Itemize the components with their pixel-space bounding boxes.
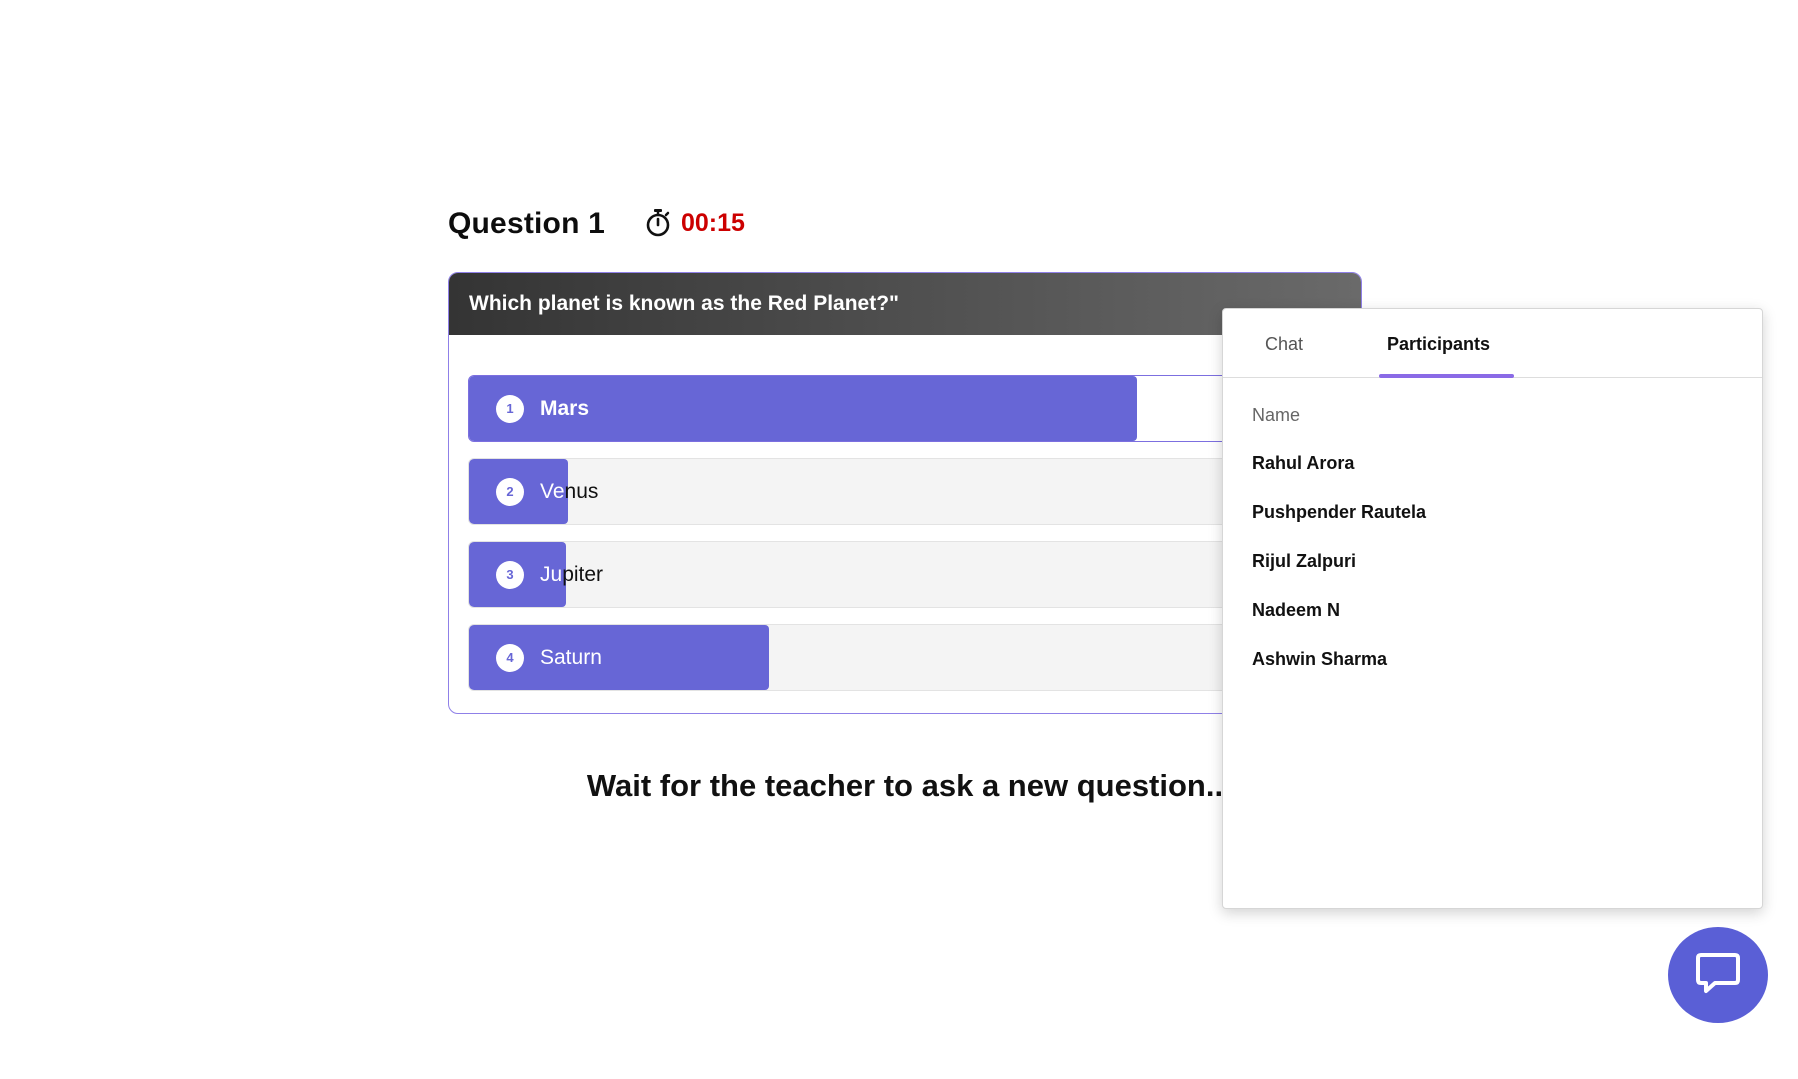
- option-label-on-bar: Ve: [540, 479, 565, 503]
- option-number-badge: 4: [496, 643, 524, 672]
- chat-bubble-icon: [1695, 951, 1741, 1000]
- option-label-on-bar: Ju: [540, 562, 563, 586]
- option-label: Mars: [540, 396, 590, 420]
- chat-participants-panel: Chat Participants Name Rahul Arora Pushp…: [1222, 308, 1763, 909]
- option-label: Saturn: [540, 645, 602, 669]
- active-tab-indicator: [1379, 374, 1514, 378]
- option-jupiter[interactable]: 3 Jupiter: [468, 541, 1348, 608]
- participant-list: Rahul Arora Pushpender Rautela Rijul Zal…: [1252, 453, 1426, 698]
- option-number-badge: 3: [496, 560, 524, 589]
- option-mars[interactable]: 1 Mars: [468, 375, 1348, 442]
- option-label: Venus: [540, 480, 598, 504]
- option-saturn[interactable]: 4 Saturn: [468, 624, 1348, 691]
- participant-item: Rijul Zalpuri: [1252, 551, 1357, 571]
- tab-chat[interactable]: Chat: [1265, 334, 1303, 355]
- option-venus[interactable]: 2 Venus: [468, 458, 1348, 525]
- option-number-badge: 1: [496, 394, 524, 423]
- participant-item: Ashwin Sharma: [1252, 649, 1388, 669]
- column-header-name: Name: [1252, 405, 1301, 425]
- option-number-badge: 2: [496, 477, 524, 506]
- panel-tabs: Chat Participants: [1223, 309, 1762, 378]
- timer-value: 00:15: [681, 208, 745, 237]
- participant-item: Nadeem N: [1252, 600, 1341, 620]
- option-label: Jupiter: [540, 563, 603, 587]
- chat-toggle-button[interactable]: [1668, 927, 1768, 1023]
- participant-item: Rahul Arora: [1252, 453, 1355, 473]
- stopwatch-icon: [645, 208, 671, 238]
- timer: 00:15: [645, 208, 745, 238]
- tab-participants[interactable]: Participants: [1387, 334, 1490, 355]
- participant-item: Pushpender Rautela: [1252, 502, 1427, 522]
- option-label-rest: piter: [562, 562, 604, 586]
- question-header: Question 1: [448, 204, 605, 244]
- option-label-rest: nus: [564, 479, 599, 503]
- question-title: Question 1: [448, 207, 606, 240]
